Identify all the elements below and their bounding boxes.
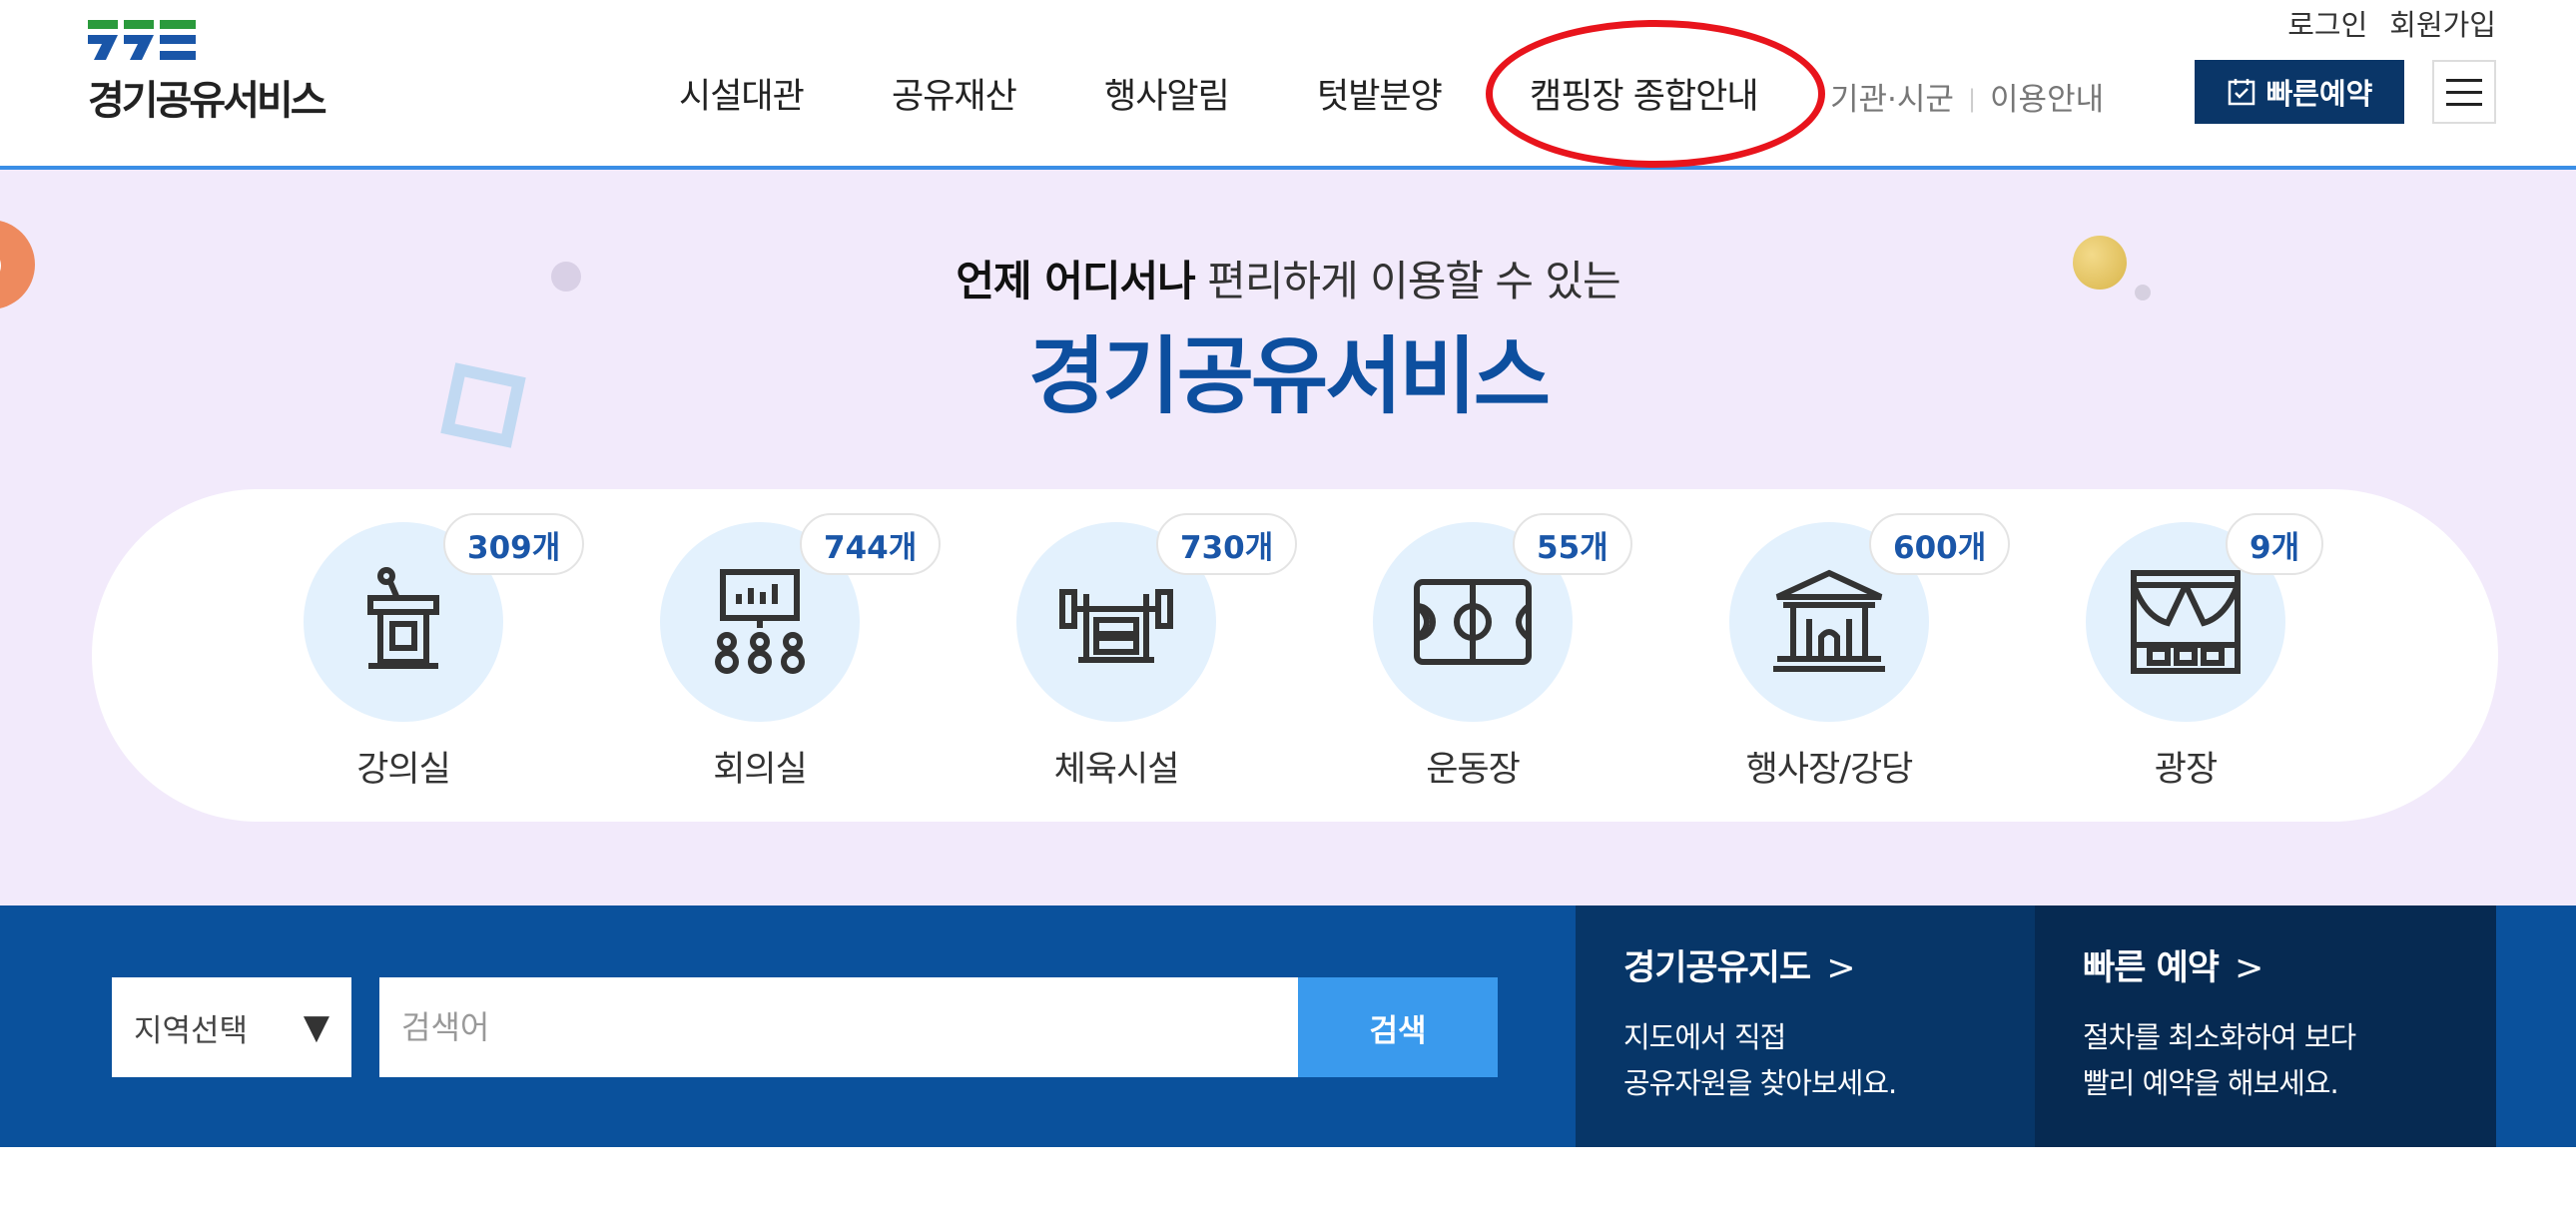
category-lecture-room[interactable]: 309개 강의실 (304, 489, 585, 822)
category-count-badge: 730개 (1156, 513, 1298, 575)
category-count-badge: 600개 (1869, 513, 2011, 575)
quick-desc-line2: 빨리 예약을 해보세요. (2083, 1066, 2339, 1100)
category-count-badge: 55개 (1513, 513, 1632, 575)
nav-public-property[interactable]: 공유재산 (892, 68, 1017, 119)
region-select[interactable]: 지역선택 ▼ (112, 977, 351, 1077)
nav-garden-allotment[interactable]: 텃밭분양 (1317, 68, 1443, 119)
category-label: 운동장 (1426, 750, 1521, 790)
sports-field-icon (1414, 579, 1532, 665)
calendar-check-icon (2228, 79, 2254, 106)
meeting-board-icon (715, 569, 805, 674)
agencies-link[interactable]: 기관·시군 (1830, 82, 1954, 118)
dropdown-arrow-icon: ▼ (303, 1007, 329, 1047)
category-card: 309개 강의실 744개 회의실 730개 체육시설 55개 운동장 600개… (92, 489, 2498, 822)
map-panel-title: 경기공유지도 (1623, 948, 1811, 988)
panel-description: 절차를 최소화하여 보다 빨리 예약을 해보세요. (2083, 1014, 2496, 1106)
search-band: 지역선택 ▼ 검색 경기공유지도 > 지도에서 직접 공유자원을 찾아보세요. 빠… (0, 905, 2576, 1147)
category-playground[interactable]: 55개 운동장 (1373, 489, 1632, 822)
site-header: 경기공유서비스 로그인 회원가입 시설대관 공유재산 행사알림 텃밭분양 캠핑장 … (0, 0, 2576, 170)
quick-reserve-button[interactable]: 빠른예약 (2195, 60, 2404, 124)
map-desc-line2: 공유자원을 찾아보세요. (1623, 1066, 1897, 1100)
hamburger-icon (2446, 78, 2482, 82)
category-auditorium[interactable]: 600개 행사장/강당 (1729, 489, 2011, 822)
category-count-badge: 309개 (443, 513, 585, 575)
gym-equipment-icon (1059, 589, 1173, 663)
quick-panel-title: 빠른 예약 (2083, 948, 2220, 988)
signup-link[interactable]: 회원가입 (2389, 8, 2496, 42)
stage-icon (2131, 570, 2241, 674)
guide-link[interactable]: 이용안내 (1990, 82, 2104, 118)
region-select-label: 지역선택 (134, 1012, 249, 1049)
chevron-right-icon: > (2235, 948, 2263, 988)
sub-links: 기관·시군 | 이용안내 (1830, 74, 2104, 119)
nav-camping-guide[interactable]: 캠핑장 종합안내 (1530, 68, 1759, 119)
category-label: 회의실 (713, 750, 808, 790)
search-button[interactable]: 검색 (1298, 977, 1498, 1077)
category-sports-facility[interactable]: 730개 체육시설 (1016, 489, 1298, 822)
utility-links: 로그인 회원가입 (2265, 2, 2496, 44)
nav-facility-rental[interactable]: 시설대관 (679, 68, 805, 119)
hero-section: 언제 어디서나 편리하게 이용할 수 있는 경기공유서비스 309개 강의실 7… (0, 170, 2576, 905)
category-count-badge: 9개 (2226, 513, 2324, 575)
quick-desc-line1: 절차를 최소화하여 보다 (2083, 1020, 2356, 1054)
search-input[interactable] (379, 977, 1298, 1077)
login-link[interactable]: 로그인 (2287, 8, 2367, 42)
category-label: 강의실 (356, 750, 451, 790)
divider: | (1967, 85, 1977, 113)
panel-description: 지도에서 직접 공유자원을 찾아보세요. (1623, 1014, 2035, 1106)
category-label: 체육시설 (1053, 750, 1180, 790)
nav-event-notice[interactable]: 행사알림 (1104, 68, 1230, 119)
category-label: 행사장/강당 (1745, 750, 1914, 790)
logo-text: 경기공유서비스 (88, 78, 327, 124)
hero-subtitle-rest: 편리하게 이용할 수 있는 (1194, 257, 1620, 305)
lectern-icon (367, 567, 439, 669)
hamburger-menu-button[interactable] (2432, 60, 2496, 124)
auditorium-icon (1773, 569, 1885, 672)
category-plaza[interactable]: 9개 광장 (2086, 489, 2324, 822)
quick-reserve-panel[interactable]: 빠른 예약 > 절차를 최소화하여 보다 빨리 예약을 해보세요. (2035, 905, 2496, 1147)
category-meeting-room[interactable]: 744개 회의실 (660, 489, 942, 822)
hero-subtitle: 언제 어디서나 편리하게 이용할 수 있는 (0, 248, 2576, 308)
map-desc-line1: 지도에서 직접 (1623, 1020, 1786, 1054)
panel-title: 경기공유지도 > (1623, 939, 2035, 990)
category-count-badge: 744개 (800, 513, 942, 575)
quick-reserve-label: 빠른예약 (2265, 77, 2373, 111)
site-logo[interactable]: 경기공유서비스 (88, 20, 347, 124)
category-label: 광장 (2154, 750, 2218, 790)
hero-subtitle-bold: 언제 어디서나 (956, 257, 1195, 305)
panel-title: 빠른 예약 > (2083, 939, 2496, 990)
gyeonggi-map-panel[interactable]: 경기공유지도 > 지도에서 직접 공유자원을 찾아보세요. (1576, 905, 2035, 1147)
logo-mark-icon (88, 20, 196, 60)
hero-title: 경기공유서비스 (1028, 327, 1551, 425)
chevron-right-icon: > (1826, 948, 1855, 988)
